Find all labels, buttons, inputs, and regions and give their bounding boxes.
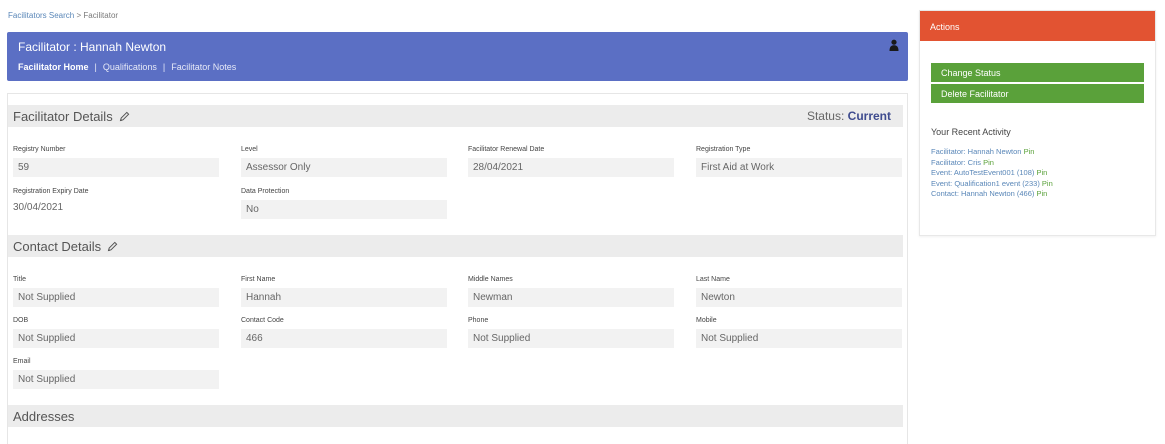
field-label: Registration Type [696, 146, 751, 153]
field-label: DOB [13, 317, 29, 324]
recent-activity-link[interactable]: Contact: Hannah Newton (466) [931, 189, 1034, 198]
addresses-bar: Addresses [8, 405, 903, 427]
status-value: Current [847, 109, 891, 123]
field-last-name: Last Name Newton [696, 276, 902, 307]
breadcrumb: Facilitators Search > Facilitator [8, 11, 118, 20]
field-label: Contact Code [241, 317, 284, 324]
field-value: 28/04/2021 [468, 158, 674, 177]
field-level: Level Assessor Only [241, 146, 447, 177]
field-value: 59 [13, 158, 219, 177]
field-label: Level [241, 146, 258, 153]
field-value: Newman [468, 288, 674, 307]
field-value: 30/04/2021 [13, 202, 64, 213]
field-label: Registry Number [13, 146, 66, 153]
breadcrumb-current: Facilitator [83, 11, 119, 20]
contact-details-bar: Contact Details [8, 235, 903, 257]
facilitator-details-title: Facilitator Details [13, 109, 113, 124]
field-value: Not Supplied [13, 370, 219, 389]
field-phone: Phone Not Supplied [468, 317, 674, 348]
field-value: Newton [696, 288, 902, 307]
nav-separator: | [94, 62, 97, 72]
field-renewal-date: Facilitator Renewal Date 28/04/2021 [468, 146, 674, 177]
field-label: Registration Expiry Date [13, 188, 89, 195]
breadcrumb-separator: > [74, 11, 84, 20]
field-label: First Name [241, 276, 276, 283]
field-value: Hannah [241, 288, 447, 307]
contact-details-title: Contact Details [13, 239, 102, 254]
field-value: Not Supplied [13, 329, 219, 348]
field-dob: DOB Not Supplied [13, 317, 219, 348]
field-first-name: First Name Hannah [241, 276, 447, 307]
section-title: Facilitator Details [13, 109, 130, 124]
status-indicator: Status: Current [807, 109, 891, 123]
tab-facilitator-notes[interactable]: Facilitator Notes [171, 62, 236, 72]
field-label: Middle Names [468, 276, 513, 283]
field-mobile: Mobile Not Supplied [696, 317, 902, 348]
actions-header: Actions [920, 11, 1155, 41]
field-value: Not Supplied [696, 329, 902, 348]
pin-link[interactable]: Pin [1042, 179, 1053, 188]
field-middle-names: Middle Names Newman [468, 276, 674, 307]
pin-link[interactable]: Pin [1037, 189, 1048, 198]
pin-link[interactable]: Pin [983, 158, 994, 167]
addresses-title: Addresses [13, 409, 75, 424]
list-item: Event: Qualification1 event (233) Pin [931, 179, 1155, 190]
field-label: Last Name [696, 276, 730, 283]
list-item: Facilitator: Cris Pin [931, 158, 1155, 169]
list-item: Contact: Hannah Newton (466) Pin [931, 189, 1155, 200]
header-nav: Facilitator Home | Qualifications | Facilita… [18, 62, 236, 72]
field-value: No [241, 200, 447, 219]
list-item: Event: AutoTestEvent001 (108) Pin [931, 168, 1155, 179]
field-value: 466 [241, 329, 447, 348]
recent-activity-link[interactable]: Event: AutoTestEvent001 (108) [931, 168, 1034, 177]
page-title: Facilitator : Hannah Newton [18, 40, 167, 54]
pin-link[interactable]: Pin [1037, 168, 1048, 177]
field-email: Email Not Supplied [13, 358, 219, 389]
field-registry-number: Registry Number 59 [13, 146, 219, 177]
field-label: Phone [468, 317, 489, 324]
field-label: Data Protection [241, 188, 290, 195]
nav-separator: | [162, 62, 166, 72]
field-title: Title Not Supplied [13, 276, 219, 307]
pencil-icon[interactable] [119, 111, 130, 122]
field-registration-expiry-date: Registration Expiry Date 30/04/2021 [13, 188, 219, 217]
recent-activity-link[interactable]: Facilitator: Hannah Newton [931, 147, 1021, 156]
actions-panel: Actions Change Status Delete Facilitator… [919, 10, 1156, 236]
field-value: Not Supplied [468, 329, 674, 348]
section-title: Contact Details [13, 239, 118, 254]
list-item: Facilitator: Hannah Newton Pin [931, 147, 1155, 158]
recent-activity-list: Facilitator: Hannah Newton Pin Facilitat… [931, 147, 1155, 200]
field-value: First Aid at Work [696, 158, 902, 177]
field-label: Facilitator Renewal Date [468, 146, 545, 153]
person-icon[interactable] [889, 39, 899, 51]
field-label: Title [13, 276, 26, 283]
field-value: Assessor Only [241, 158, 447, 177]
recent-activity-title: Your Recent Activity [931, 127, 1011, 137]
field-value: Not Supplied [13, 288, 219, 307]
field-registration-type: Registration Type First Aid at Work [696, 146, 902, 177]
pencil-icon[interactable] [107, 241, 118, 252]
facilitator-header: Facilitator : Hannah Newton Facilitator … [7, 32, 908, 81]
field-contact-code: Contact Code 466 [241, 317, 447, 348]
status-label: Status: [806, 109, 845, 123]
breadcrumb-link-facilitators-search[interactable]: Facilitators Search [8, 11, 74, 20]
delete-facilitator-button[interactable]: Delete Facilitator [931, 84, 1144, 103]
field-label: Email [13, 358, 31, 365]
tab-qualifications[interactable]: Qualifications [103, 62, 157, 72]
recent-activity-link[interactable]: Event: Qualification1 event (233) [931, 179, 1040, 188]
recent-activity-link[interactable]: Facilitator: Cris [931, 158, 981, 167]
pin-link[interactable]: Pin [1024, 147, 1035, 156]
facilitator-details-bar: Facilitator Details Status: Current [8, 105, 903, 127]
tab-facilitator-home[interactable]: Facilitator Home [18, 62, 89, 72]
field-data-protection: Data Protection No [241, 188, 447, 219]
field-label: Mobile [696, 317, 717, 324]
change-status-button[interactable]: Change Status [931, 63, 1144, 82]
